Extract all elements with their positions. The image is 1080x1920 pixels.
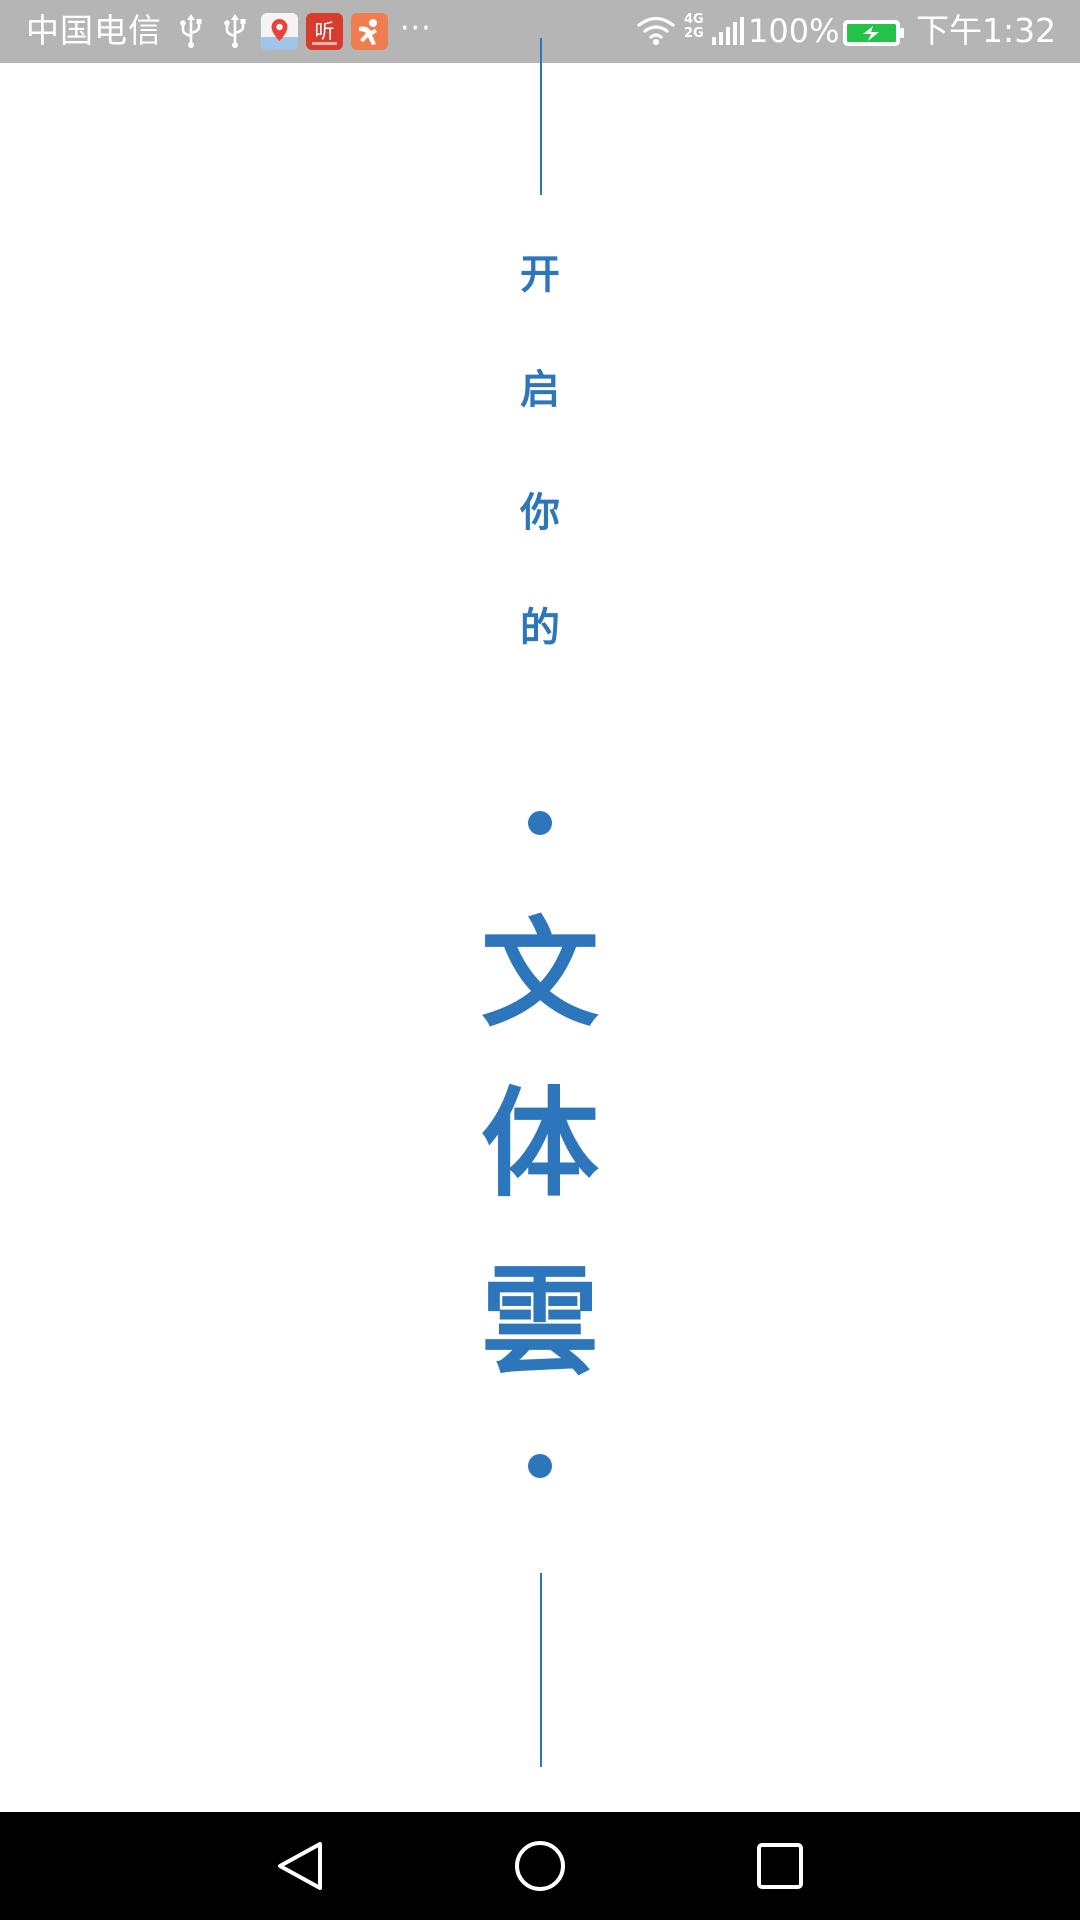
brand-char-1: 文 — [480, 904, 599, 1043]
bottom-dot — [528, 1454, 552, 1478]
network-type-2g: 2G — [684, 26, 704, 41]
battery-percentage: 100% — [748, 12, 840, 50]
intro-char-3: 你 — [520, 490, 560, 536]
intro-char-2: 启 — [520, 367, 560, 413]
network-type-4g: 4G — [684, 12, 704, 27]
brand-char-2: 体 — [480, 1074, 599, 1213]
navigation-bar — [0, 1812, 1080, 1920]
network-type-label: 4G 2G — [684, 13, 704, 41]
brand-char-3: 雲 — [480, 1252, 599, 1391]
recents-icon[interactable] — [744, 1830, 816, 1902]
usb-icon — [224, 14, 246, 48]
top-divider-line — [540, 38, 542, 195]
intro-char-1: 开 — [520, 252, 560, 298]
more-notifications-icon: ··· — [400, 11, 432, 46]
splash-screen: 中国电信 听 ··· 4G 2G 100% 下午1:32 开 启 你 的 文 体… — [0, 0, 1080, 1920]
usb-icon — [180, 14, 202, 48]
person-app-icon — [351, 13, 388, 50]
svg-text:听: 听 — [315, 19, 335, 43]
home-icon[interactable] — [504, 1830, 576, 1902]
baidu-map-app-icon — [261, 13, 298, 50]
top-dot — [528, 811, 552, 835]
ting-app-icon: 听 — [306, 13, 343, 50]
carrier-name: 中国电信 — [26, 11, 162, 50]
status-time: 下午1:32 — [916, 11, 1057, 50]
intro-char-4: 的 — [520, 605, 560, 651]
battery-charging-icon — [843, 20, 904, 46]
signal-strength-icon — [712, 17, 744, 45]
wifi-icon — [637, 16, 675, 45]
bottom-divider-line — [540, 1573, 542, 1767]
back-icon[interactable] — [264, 1830, 336, 1902]
